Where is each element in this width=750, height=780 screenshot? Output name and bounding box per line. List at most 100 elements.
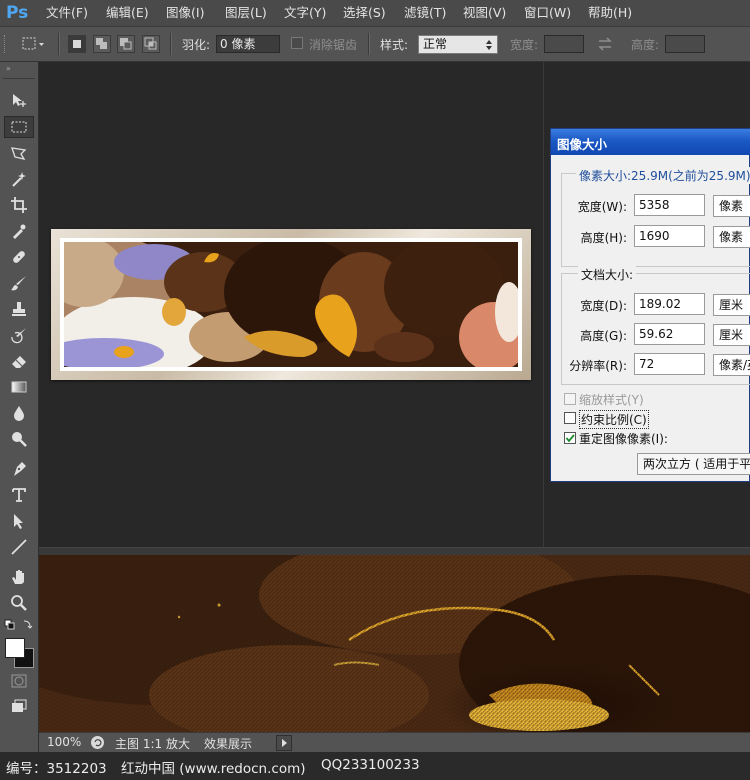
pixel-dimensions-label: 像素大小:25.9M(之前为25.9M) [576, 167, 750, 184]
width-label: 宽度: [510, 38, 539, 52]
menu-filter[interactable]: 滤镜(T) [404, 4, 446, 22]
hand-tool[interactable] [4, 566, 34, 588]
effect-tab-label[interactable]: 效果展示 [204, 735, 252, 752]
crop-icon [11, 197, 27, 213]
clone-stamp-tool[interactable] [4, 298, 34, 320]
menu-help[interactable]: 帮助(H) [588, 4, 632, 22]
framed-painting-preview[interactable] [51, 229, 531, 380]
quick-mask-button[interactable] [4, 670, 34, 692]
zoom-level[interactable]: 100% [47, 735, 81, 749]
resample-image-label: 重定图像像素(I): [579, 432, 668, 446]
status-menu-button[interactable] [276, 735, 292, 751]
footer-id: 编号：3512203 [6, 761, 107, 777]
intersect-selection-button[interactable] [142, 35, 160, 53]
crop-tool[interactable] [4, 194, 34, 216]
pixel-width-unit-select[interactable]: 像素 [713, 195, 750, 217]
rect-marquee-icon [22, 37, 44, 50]
antialias-checkbox[interactable] [291, 37, 303, 49]
subtract-selection-button[interactable] [117, 35, 135, 53]
scale-styles-label: 缩放样式(Y) [579, 393, 644, 407]
eraser-tool[interactable] [4, 350, 34, 372]
pen-tool[interactable] [4, 458, 34, 480]
pixel-height-input[interactable]: 1690 [634, 225, 705, 247]
doc-height-unit-select[interactable]: 厘米 [713, 324, 750, 346]
dialog-title-bar[interactable]: 图像大小 [551, 129, 750, 155]
pixel-width-input[interactable]: 5358 [634, 194, 705, 216]
marquee-tool[interactable] [4, 116, 34, 138]
magic-wand-tool[interactable] [4, 168, 34, 190]
resolution-unit-select[interactable]: 像素/英 [713, 354, 750, 376]
line-tool[interactable] [4, 536, 34, 558]
healing-brush-tool[interactable] [4, 246, 34, 268]
move-tool[interactable] [4, 90, 34, 112]
resolution-input[interactable]: 72 [634, 353, 705, 375]
constrain-proportions-label: 约束比例(C) [579, 410, 649, 429]
history-brush-tool[interactable] [4, 324, 34, 346]
menu-type[interactable]: 文字(Y) [284, 4, 326, 22]
canvas-divider [543, 62, 544, 547]
doc-width-unit-select[interactable]: 厘米 [713, 294, 750, 316]
menu-edit[interactable]: 编辑(E) [106, 4, 149, 22]
fluid-art-graphic [64, 242, 518, 367]
pixel-height-unit-select[interactable]: 像素 [713, 226, 750, 248]
history-brush-icon [11, 328, 26, 344]
pen-nib-icon [14, 462, 26, 476]
eyedropper-tool[interactable] [4, 220, 34, 242]
hand-icon [12, 570, 24, 584]
lasso-tool[interactable] [4, 142, 34, 164]
move-icon [13, 94, 26, 107]
style-select[interactable]: 正常 [418, 35, 498, 54]
constrain-proportions-checkbox[interactable] [564, 412, 576, 424]
resample-image-checkbox[interactable] [564, 432, 576, 444]
path-selection-tool[interactable] [4, 510, 34, 532]
menu-image[interactable]: 图像(I) [166, 4, 204, 22]
painting-mat [60, 238, 522, 371]
blur-tool[interactable] [4, 402, 34, 424]
magic-wand-icon [12, 172, 26, 187]
doc-width-input[interactable]: 189.02 [634, 293, 705, 315]
antialias-label: 消除锯齿 [309, 38, 358, 52]
separator [58, 33, 60, 55]
swap-dimensions-button[interactable] [596, 36, 614, 52]
dodge-tool[interactable] [4, 428, 34, 450]
marquee-preset-button[interactable] [20, 34, 44, 54]
sync-arrow-icon [94, 739, 102, 747]
menu-layer[interactable]: 图层(L) [225, 4, 267, 22]
resolution-label: 分辨率(R): [569, 359, 627, 373]
menu-view[interactable]: 视图(V) [463, 4, 506, 22]
resample-method-select[interactable]: 两次立方 ( 适用于平 [637, 453, 750, 475]
document-tab-label[interactable]: 主图 1:1 放大 [115, 735, 190, 752]
photoshop-logo: Ps [6, 3, 29, 23]
type-tool[interactable] [4, 484, 34, 506]
zoom-tool[interactable] [4, 592, 34, 614]
zoomed-canvas-preview[interactable] [39, 555, 750, 732]
separator [170, 33, 172, 55]
width-input[interactable] [544, 35, 584, 53]
screen-mode-button[interactable] [4, 696, 34, 718]
height-input[interactable] [665, 35, 705, 53]
menu-select[interactable]: 选择(S) [343, 4, 386, 22]
eyedropper-icon [13, 224, 26, 239]
status-info-icon[interactable] [91, 736, 104, 749]
divider [3, 78, 35, 79]
water-drop-icon [14, 406, 24, 421]
image-size-dialog: 图像大小 像素大小:25.9M(之前为25.9M) 宽度(W): 5358 像素… [550, 128, 750, 482]
feather-input[interactable]: 0 像素 [216, 35, 280, 53]
menu-bar: Ps 文件(F) 编辑(E) 图像(I) 图层(L) 文字(Y) 选择(S) 滤… [0, 0, 750, 27]
menu-window[interactable]: 窗口(W) [524, 4, 571, 22]
scale-styles-checkbox[interactable] [564, 393, 576, 405]
polygonal-lasso-icon [11, 147, 27, 160]
color-swap-controls[interactable] [4, 618, 34, 632]
brush-tool[interactable] [4, 272, 34, 294]
new-selection-button[interactable] [68, 35, 86, 53]
collapse-arrows-icon[interactable]: » [6, 65, 32, 73]
gradient-tool[interactable] [4, 376, 34, 398]
foreground-color-swatch[interactable] [5, 638, 25, 658]
add-selection-button[interactable] [93, 35, 111, 53]
rect-marquee-icon [11, 121, 27, 133]
menu-file[interactable]: 文件(F) [46, 4, 88, 22]
footer-site: 红动中国 (www.redocn.com) [121, 761, 306, 777]
doc-height-input[interactable]: 59.62 [634, 323, 705, 345]
height-label: 高度: [631, 38, 660, 52]
intersect-selection-icon [144, 37, 157, 50]
